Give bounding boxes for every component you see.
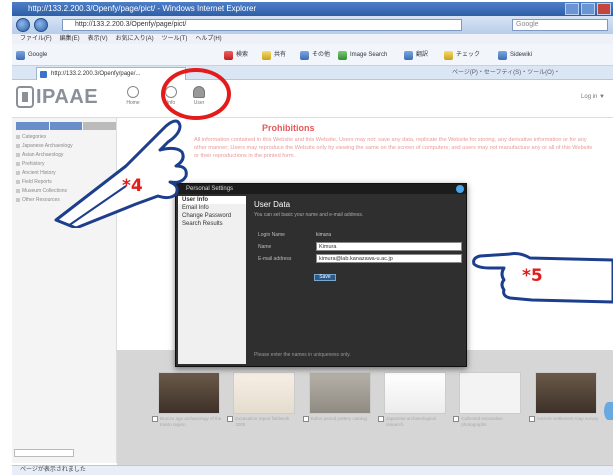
window-title: http://133.2.200.3/Openfy/page/pict/ - W… — [28, 4, 257, 13]
thumbnail-image[interactable] — [383, 372, 446, 414]
back-button[interactable] — [16, 18, 30, 32]
browser-search-input[interactable]: Google — [512, 19, 608, 31]
dialog-footnote: Please enter the names in uniqueness onl… — [254, 352, 351, 358]
name-field[interactable]: Kimura — [316, 242, 462, 251]
logo-text: IPAAE — [36, 86, 99, 108]
login-name-value: kimura — [316, 232, 332, 238]
thumbnail-item[interactable]: Japanese archaeological research — [377, 372, 447, 440]
annotation-label-5: *5 — [522, 266, 543, 286]
thumbnail-item[interactable]: Excavation report fieldwork 2009 — [227, 372, 296, 440]
sidebar-tab-1[interactable] — [16, 122, 49, 130]
thumbnail-image[interactable] — [534, 372, 597, 414]
email-label: E-mail address — [258, 256, 292, 262]
home-label: Home — [126, 100, 140, 106]
thumbnail-image[interactable] — [158, 372, 220, 414]
translate-button[interactable]: 翻訳 — [404, 49, 428, 61]
thumbnail-image[interactable] — [233, 372, 296, 414]
annotation-label-4: *4 — [122, 176, 143, 196]
thumbnail-item[interactable]: Kofun period pottery catalog — [302, 372, 372, 440]
dialog-body: User Data You can set basic your name an… — [248, 196, 464, 364]
login-name-row: Login Name kimura — [258, 230, 468, 240]
sidebar-search-input[interactable] — [14, 449, 74, 457]
email-row: E-mail address kimura@lab.kanazawa-u.ac.… — [258, 254, 468, 264]
search-toolbar-button[interactable]: 検索 — [224, 49, 248, 61]
next-arrow-icon[interactable] — [604, 402, 613, 420]
thumbnail-caption: Ancient settlement map survey — [536, 416, 599, 421]
pointing-hand-4-icon — [54, 119, 188, 228]
menu-item[interactable]: お気に入り(A) — [116, 34, 154, 44]
notice-text: All information contained in this Websit… — [194, 137, 593, 159]
menu-item[interactable]: 編集(E) — [60, 34, 80, 44]
menu-item[interactable]: ツール(T) — [162, 34, 188, 44]
image-search-button[interactable]: Image Search — [338, 49, 387, 61]
status-bar: ページが表示されました — [12, 465, 613, 475]
thumbnail-image[interactable] — [308, 372, 371, 414]
close-icon[interactable] — [456, 185, 464, 193]
address-bar: http://133.2.200.3/Openfy/page/pict/ Goo… — [12, 16, 613, 34]
tab-row: http://133.2.200.3/Openfy/page/... ページ(P… — [12, 66, 613, 80]
thumbnail-item[interactable]: Collected excavation photographs — [453, 372, 522, 440]
home-icon — [127, 86, 139, 98]
command-bar[interactable]: ページ(P)・セーフティ(S)・ツール(O)・ — [452, 68, 560, 78]
thumbnail-caption: Excavation report fieldwork 2009 — [235, 416, 290, 427]
settings-dialog: Personal Settings User Info Email Info Cha… — [175, 183, 467, 367]
save-button[interactable]: Save — [314, 274, 336, 281]
browser-tab[interactable]: http://133.2.200.3/Openfy/page/... — [36, 67, 186, 80]
name-label: Name — [258, 244, 272, 250]
thumbnail-image[interactable] — [459, 372, 522, 414]
thumbnail-caption: Kofun period pottery catalog — [310, 416, 367, 421]
thumbnail-item[interactable]: Ancient settlement map survey — [528, 372, 599, 440]
menu-item[interactable]: ファイル(F) — [20, 34, 52, 44]
name-row: Name Kimura — [258, 242, 468, 252]
screen: http://133.2.200.3/Openfy/page/pict/ - W… — [0, 0, 613, 475]
thumbnail-caption: Collected excavation photographs — [461, 416, 503, 427]
logo-icon — [16, 86, 34, 108]
forward-button[interactable] — [34, 18, 48, 32]
minimize-button[interactable] — [565, 3, 579, 15]
menu-bar: ファイル(F) 編集(E) 表示(V) お気に入り(A) ツール(T) ヘルプ(H) — [12, 34, 613, 44]
google-toolbar-button[interactable]: Google — [16, 49, 47, 61]
login-name-label: Login Name — [258, 232, 285, 238]
menu-item[interactable]: 表示(V) — [88, 34, 108, 44]
dialog-title: Personal Settings — [176, 184, 466, 194]
check-button[interactable]: チェック — [444, 49, 480, 61]
user-data-heading: User Data — [254, 200, 291, 209]
thumbnail-item[interactable]: Bronze age archaeology of the Kanto regi… — [152, 372, 221, 440]
url-input[interactable]: http://133.2.200.3/Openfy/page/pict/ — [62, 19, 462, 31]
more-toolbar-button[interactable]: その他 — [300, 49, 330, 61]
share-toolbar-button[interactable]: 共有 — [262, 49, 286, 61]
maximize-button[interactable] — [581, 3, 595, 15]
close-window-button[interactable] — [597, 3, 611, 15]
browser-toolbar: Google 検索 共有 その他 Image Search 翻訳 チェック Si… — [12, 44, 613, 66]
thumbnail-caption: Bronze age archaeology of the Kanto regi… — [160, 416, 222, 427]
thumbnail-strip: Bronze age archaeology of the Kanto regi… — [152, 372, 598, 440]
user-data-description: You can set basic your name and e-mail a… — [254, 212, 364, 218]
menu-item[interactable]: ヘルプ(H) — [195, 34, 221, 44]
sidewiki-button[interactable]: Sidewiki — [498, 49, 532, 61]
thumbnail-caption: Japanese archaeological research — [385, 416, 436, 427]
email-field[interactable]: kimura@lab.kanazawa-u.ac.jp — [316, 254, 462, 263]
login-link[interactable]: Log in ▼ — [581, 94, 605, 100]
window-controls — [565, 3, 611, 15]
window-titlebar: http://133.2.200.3/Openfy/page/pict/ - W… — [12, 2, 613, 16]
notice-title: Prohibitions — [262, 123, 315, 133]
